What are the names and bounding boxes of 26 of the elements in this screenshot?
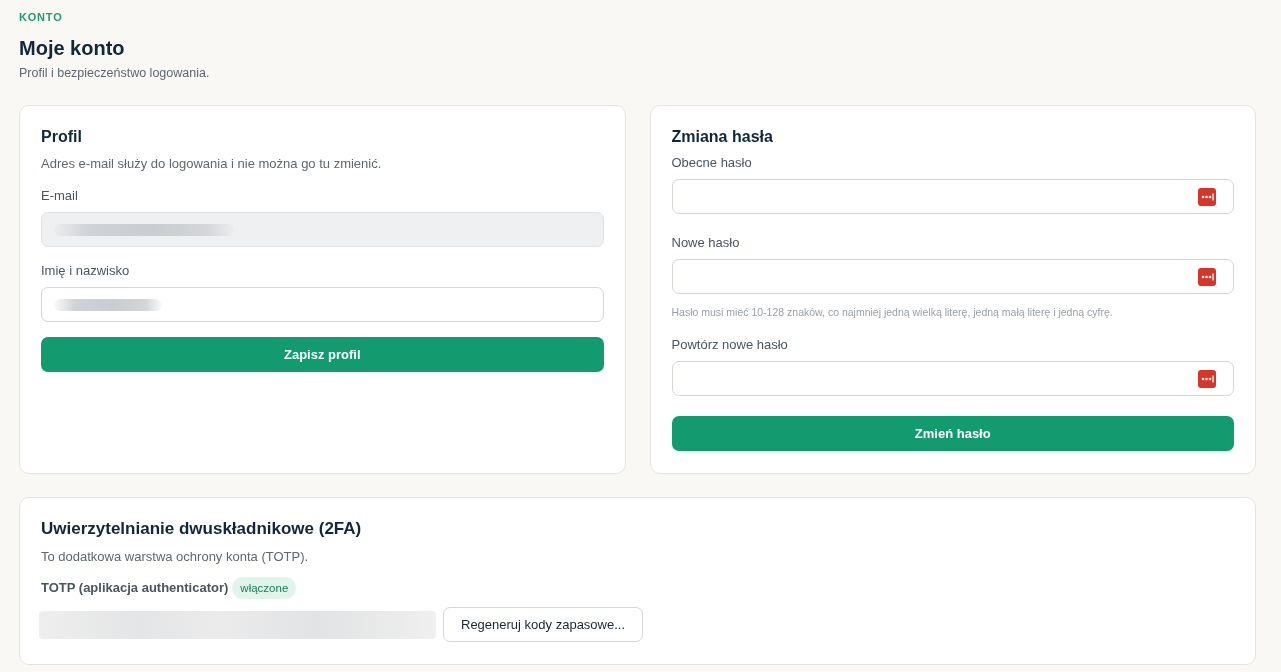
field-label: Imię i nazwisko	[41, 262, 130, 280]
regenerate-codes-button[interactable]: Regeneruj kody zapasowe...	[443, 607, 644, 642]
input-field[interactable]	[41, 287, 604, 322]
page-title: Moje konto	[19, 36, 125, 61]
password-field[interactable]	[671, 179, 1234, 214]
change-password-button[interactable]: Zmień hasło	[671, 416, 1234, 451]
field-label: Nowe hasło	[671, 234, 740, 252]
status-badge: włączone	[232, 577, 297, 599]
section-eyebrow: KONTO	[19, 10, 63, 24]
password-dots-icon[interactable]	[1198, 187, 1216, 206]
password-field[interactable]	[671, 361, 1234, 396]
card-title: Uwierzytelnianie dwuskładnikowe (2FA)	[41, 518, 362, 540]
page-subtitle: Profil i bezpieczeństwo logowania.	[19, 65, 210, 81]
card-title: Profil	[41, 127, 82, 147]
card-description: Adres e-mail służy do logowania i nie można go tu zmienić.	[41, 155, 382, 173]
field-label: Obecne hasło	[671, 154, 752, 172]
card-description: To dodatkowa warstwa ochrony konta (TOTP).	[41, 548, 309, 566]
card-title: Zmiana hasła	[671, 127, 773, 147]
save-profile-button[interactable]: Zapisz profil	[41, 337, 604, 372]
password-field[interactable]	[671, 259, 1234, 294]
password-hint: Hasło musi mieć 10-128 znaków, co najmniej jedną wielką literę, jedną małą literę i jedną cyfrę.	[671, 305, 1113, 320]
field-label: Powtórz nowe hasło	[671, 336, 788, 354]
method-label: TOTP (aplikacja authenticator)	[41, 579, 229, 597]
password-dots-icon[interactable]	[1198, 369, 1216, 388]
field-label: E-mail	[41, 187, 78, 205]
password-dots-icon[interactable]	[1198, 267, 1216, 286]
